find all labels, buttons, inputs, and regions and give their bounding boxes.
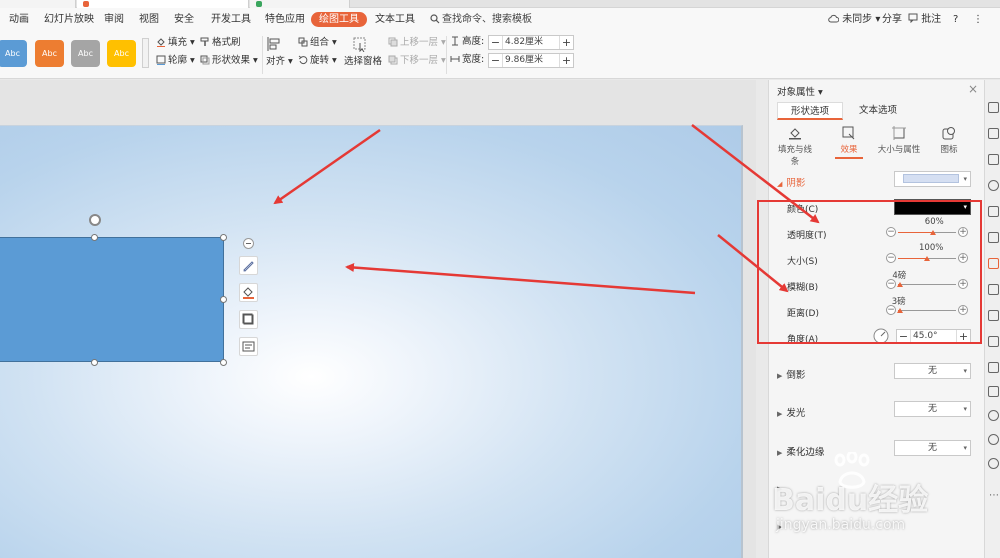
annotation-arrow — [691, 124, 820, 224]
annotation-arrow — [273, 128, 381, 205]
annotation-arrow — [717, 234, 789, 293]
paw-logo-icon — [834, 452, 870, 489]
watermark-url: jingyan.baidu.com — [776, 517, 906, 533]
annotation-arrow — [345, 263, 696, 295]
